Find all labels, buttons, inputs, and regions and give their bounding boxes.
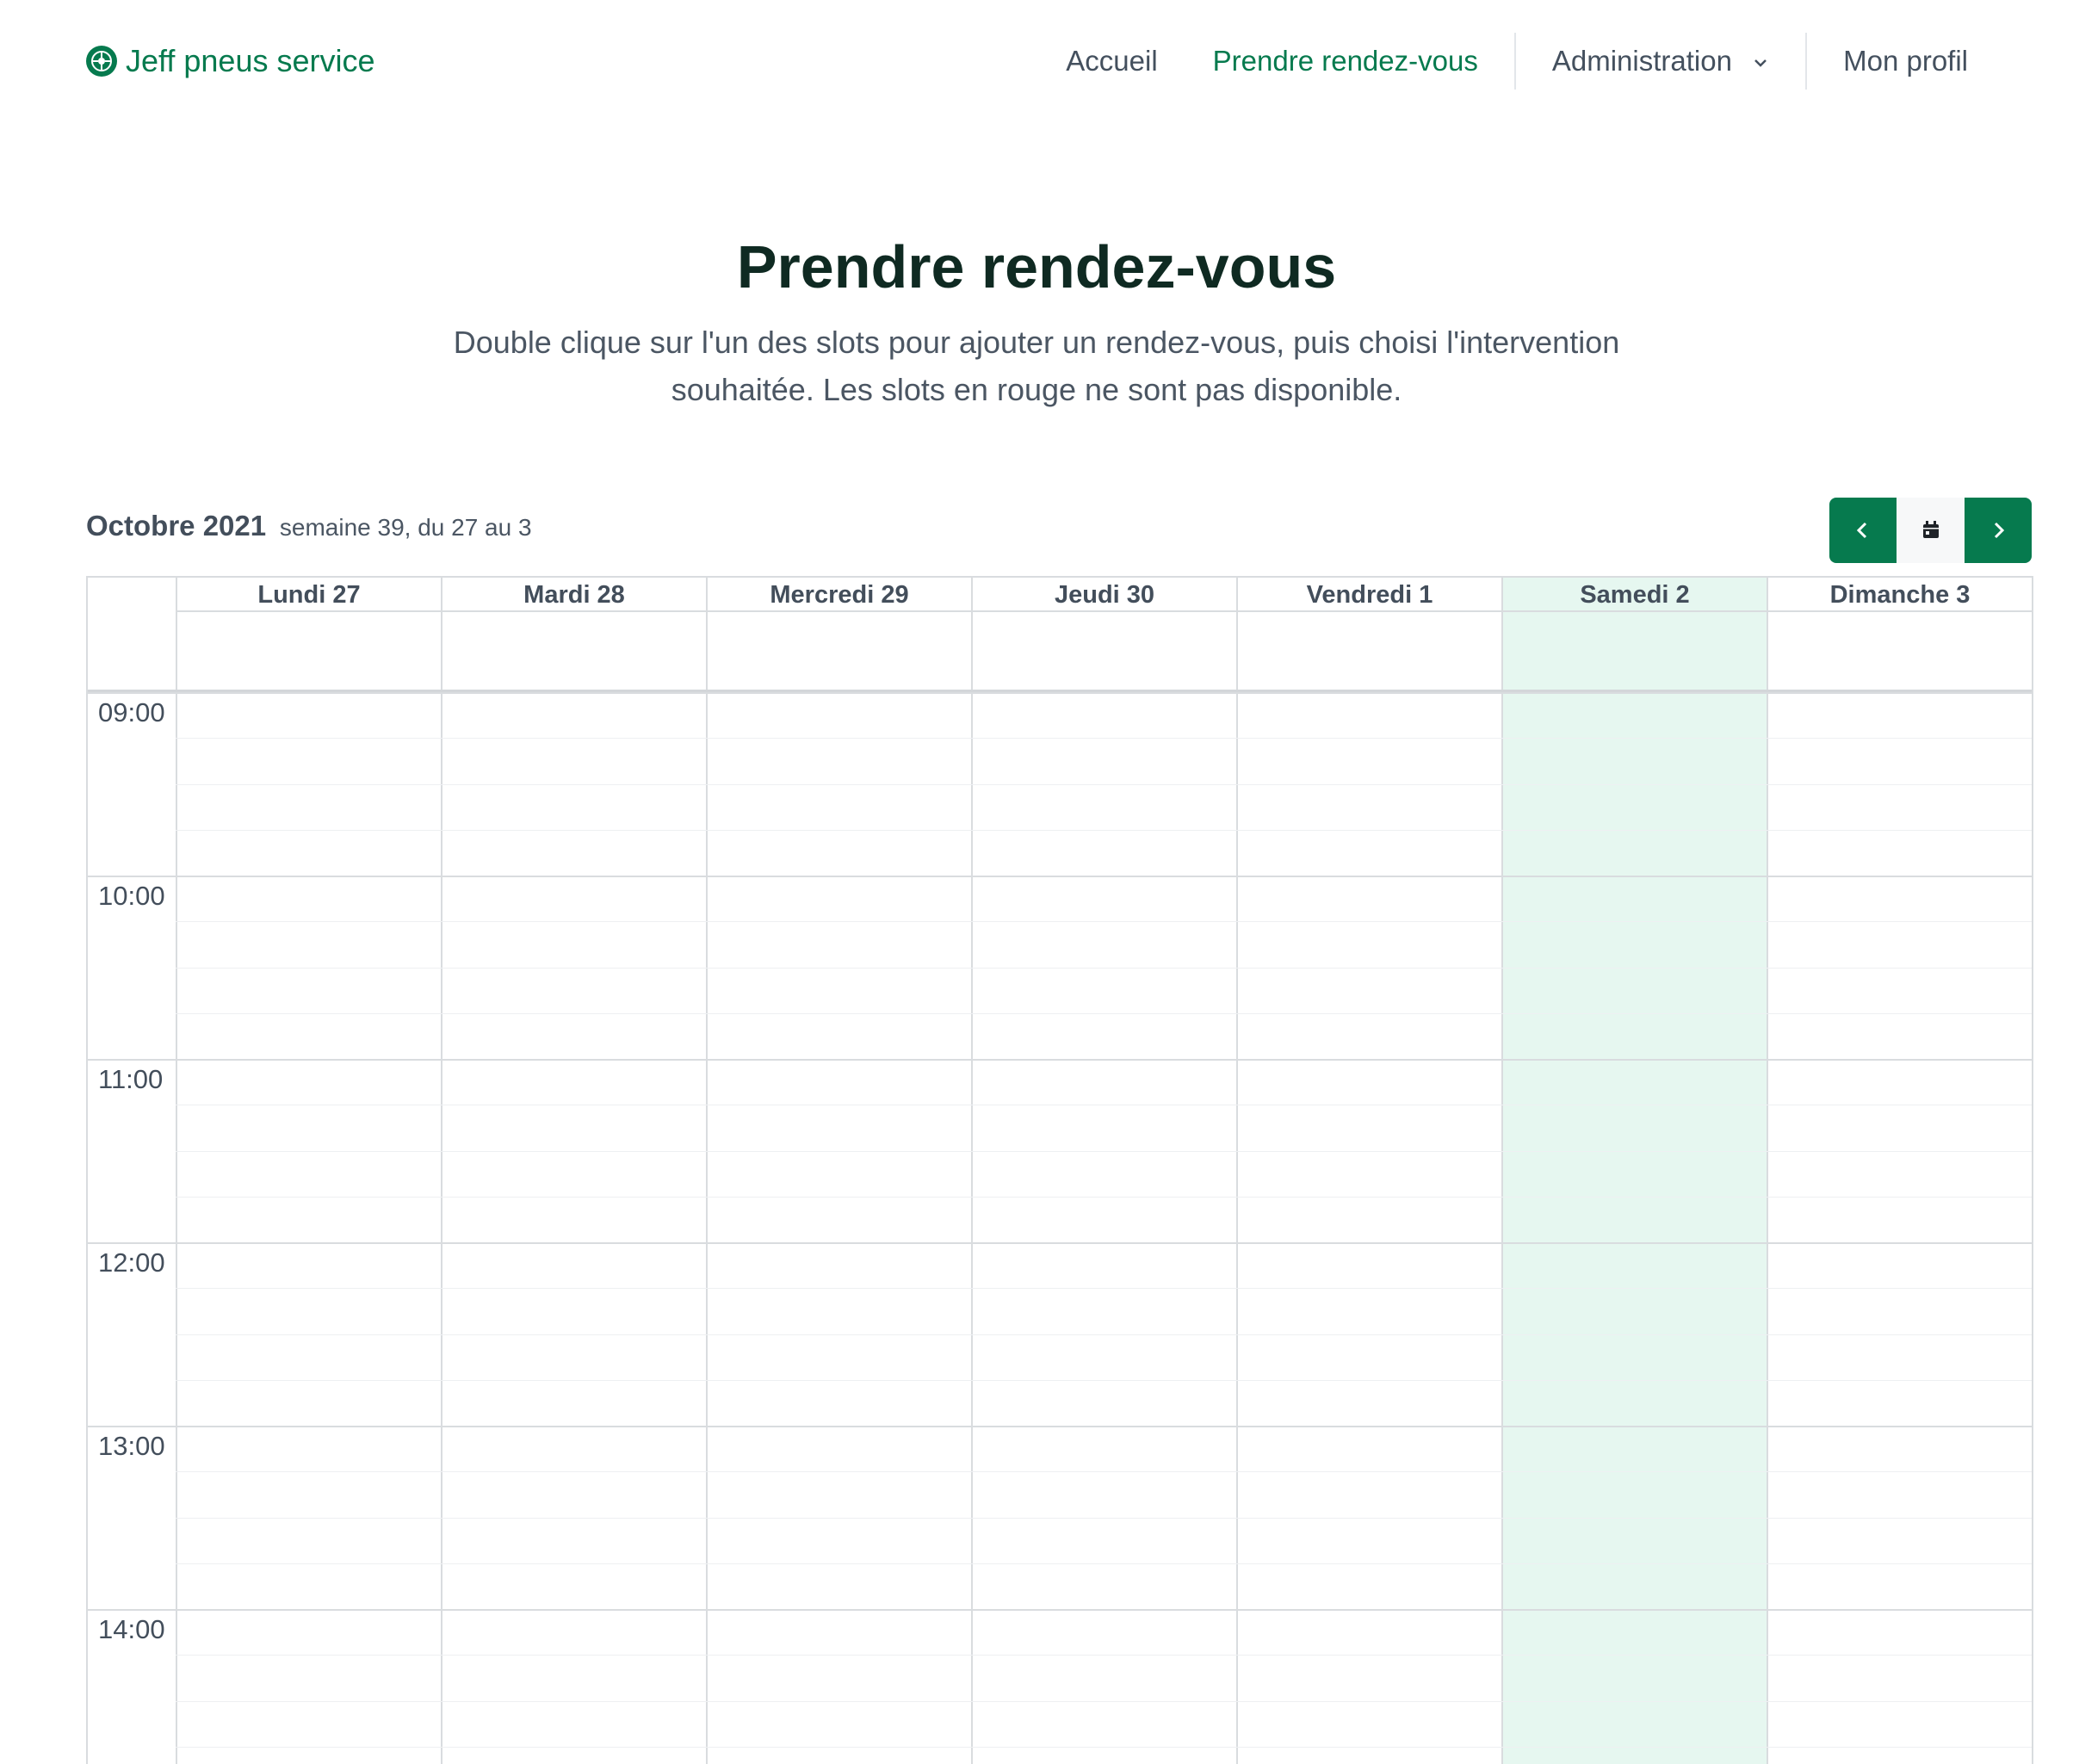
next-week-button[interactable] bbox=[1965, 498, 2032, 563]
time-label: 09:00 bbox=[98, 697, 165, 727]
brand-name: Jeff pneus service bbox=[126, 43, 375, 78]
all-day-cell[interactable] bbox=[971, 612, 1236, 690]
hour-divider bbox=[88, 692, 2032, 694]
chevron-down-icon bbox=[1752, 57, 1769, 69]
slot-divider bbox=[176, 967, 2032, 969]
day-header: Jeudi 30 bbox=[971, 578, 1236, 612]
slot-divider bbox=[176, 1334, 2032, 1335]
slot-divider bbox=[176, 1379, 2032, 1381]
day-header: Mardi 28 bbox=[441, 578, 706, 612]
slot-divider bbox=[176, 1150, 2032, 1152]
hour-divider bbox=[88, 1426, 2032, 1427]
slot-divider bbox=[176, 1012, 2032, 1014]
slot-divider bbox=[176, 1746, 2032, 1748]
day-column[interactable] bbox=[441, 692, 706, 1764]
nav-dropdown-label: Administration bbox=[1551, 45, 1732, 77]
time-label: 10:00 bbox=[98, 881, 165, 911]
day-column[interactable] bbox=[1501, 692, 1767, 1764]
time-label: 11:00 bbox=[98, 1064, 164, 1094]
calendar-week-info: semaine 39, du 27 au 3 bbox=[279, 514, 532, 541]
slot-divider bbox=[176, 1563, 2032, 1564]
tire-icon bbox=[86, 46, 117, 77]
slot-divider bbox=[176, 783, 2032, 785]
all-day-row bbox=[88, 612, 2032, 692]
all-day-cell[interactable] bbox=[176, 612, 441, 690]
slot-divider bbox=[176, 1471, 2032, 1473]
top-navbar: Jeff pneus service Accueil Prendre rende… bbox=[0, 0, 2073, 121]
day-header: Lundi 27 bbox=[176, 578, 441, 612]
hour-divider bbox=[88, 1059, 2032, 1061]
day-column[interactable] bbox=[971, 692, 1236, 1764]
time-label: 14:00 bbox=[98, 1614, 165, 1644]
calendar-body: 09:00 10:00 11:00 12:00 13:00 14:00 bbox=[88, 692, 2032, 1764]
time-label: 12:00 bbox=[98, 1247, 165, 1278]
slot-divider bbox=[176, 1700, 2032, 1702]
day-column[interactable] bbox=[176, 692, 441, 1764]
day-header: Vendredi 1 bbox=[1236, 578, 1501, 612]
slot-divider bbox=[176, 738, 2032, 740]
all-day-cell[interactable] bbox=[1767, 612, 2032, 690]
prev-week-button[interactable] bbox=[1829, 498, 1897, 563]
day-column[interactable] bbox=[706, 692, 971, 1764]
brand-link[interactable]: Jeff pneus service bbox=[86, 43, 375, 79]
nav-dropdown-administration[interactable]: Administration bbox=[1525, 45, 1797, 77]
all-day-cell[interactable] bbox=[441, 612, 706, 690]
hour-divider bbox=[88, 876, 2032, 877]
page-subtitle: Double clique sur l'un des slots pour aj… bbox=[453, 325, 1620, 407]
day-header: Dimanche 3 bbox=[1767, 578, 2032, 612]
today-button[interactable] bbox=[1897, 498, 1965, 563]
calendar-month: Octobre 2021 bbox=[86, 510, 267, 542]
nav-link-mon-profil[interactable]: Mon profil bbox=[1816, 45, 1996, 77]
nav-link-accueil[interactable]: Accueil bbox=[1038, 45, 1185, 77]
calendar-header: Lundi 27 Mardi 28 Mercredi 29 Jeudi 30 Vendr… bbox=[88, 578, 2032, 612]
day-column[interactable] bbox=[1767, 692, 2032, 1764]
slot-divider bbox=[176, 1288, 2032, 1290]
hour-divider bbox=[88, 1242, 2032, 1244]
day-column[interactable] bbox=[1236, 692, 1501, 1764]
all-day-cell[interactable] bbox=[1236, 612, 1501, 690]
page-title: Prendre rendez-vous bbox=[736, 233, 1337, 300]
slot-divider bbox=[176, 1196, 2032, 1198]
slot-divider bbox=[176, 921, 2032, 923]
slot-divider bbox=[176, 829, 2032, 831]
all-day-cell[interactable] bbox=[706, 612, 971, 690]
calendar-nav-buttons bbox=[1829, 498, 2032, 563]
day-header: Mercredi 29 bbox=[706, 578, 971, 612]
chevron-right-icon bbox=[1994, 522, 2005, 539]
hour-divider bbox=[88, 1609, 2032, 1611]
slot-divider bbox=[176, 1655, 2032, 1656]
nav-links: Accueil Prendre rendez-vous Administrati… bbox=[1038, 33, 1996, 90]
nav-divider bbox=[1805, 33, 1808, 90]
day-header: Samedi 2 bbox=[1501, 578, 1767, 612]
week-calendar: Lundi 27 Mardi 28 Mercredi 29 Jeudi 30 Vendr… bbox=[86, 576, 2033, 1764]
all-day-cell[interactable] bbox=[1501, 612, 1767, 690]
nav-divider bbox=[1513, 33, 1516, 90]
nav-link-prendre-rendez-vous[interactable]: Prendre rendez-vous bbox=[1185, 45, 1506, 77]
time-label: 13:00 bbox=[98, 1431, 165, 1461]
calendar-icon bbox=[1922, 521, 1939, 538]
calendar-period: Octobre 2021 semaine 39, du 27 au 3 bbox=[86, 510, 532, 542]
chevron-left-icon bbox=[1856, 522, 1867, 539]
slot-divider bbox=[176, 1517, 2032, 1519]
